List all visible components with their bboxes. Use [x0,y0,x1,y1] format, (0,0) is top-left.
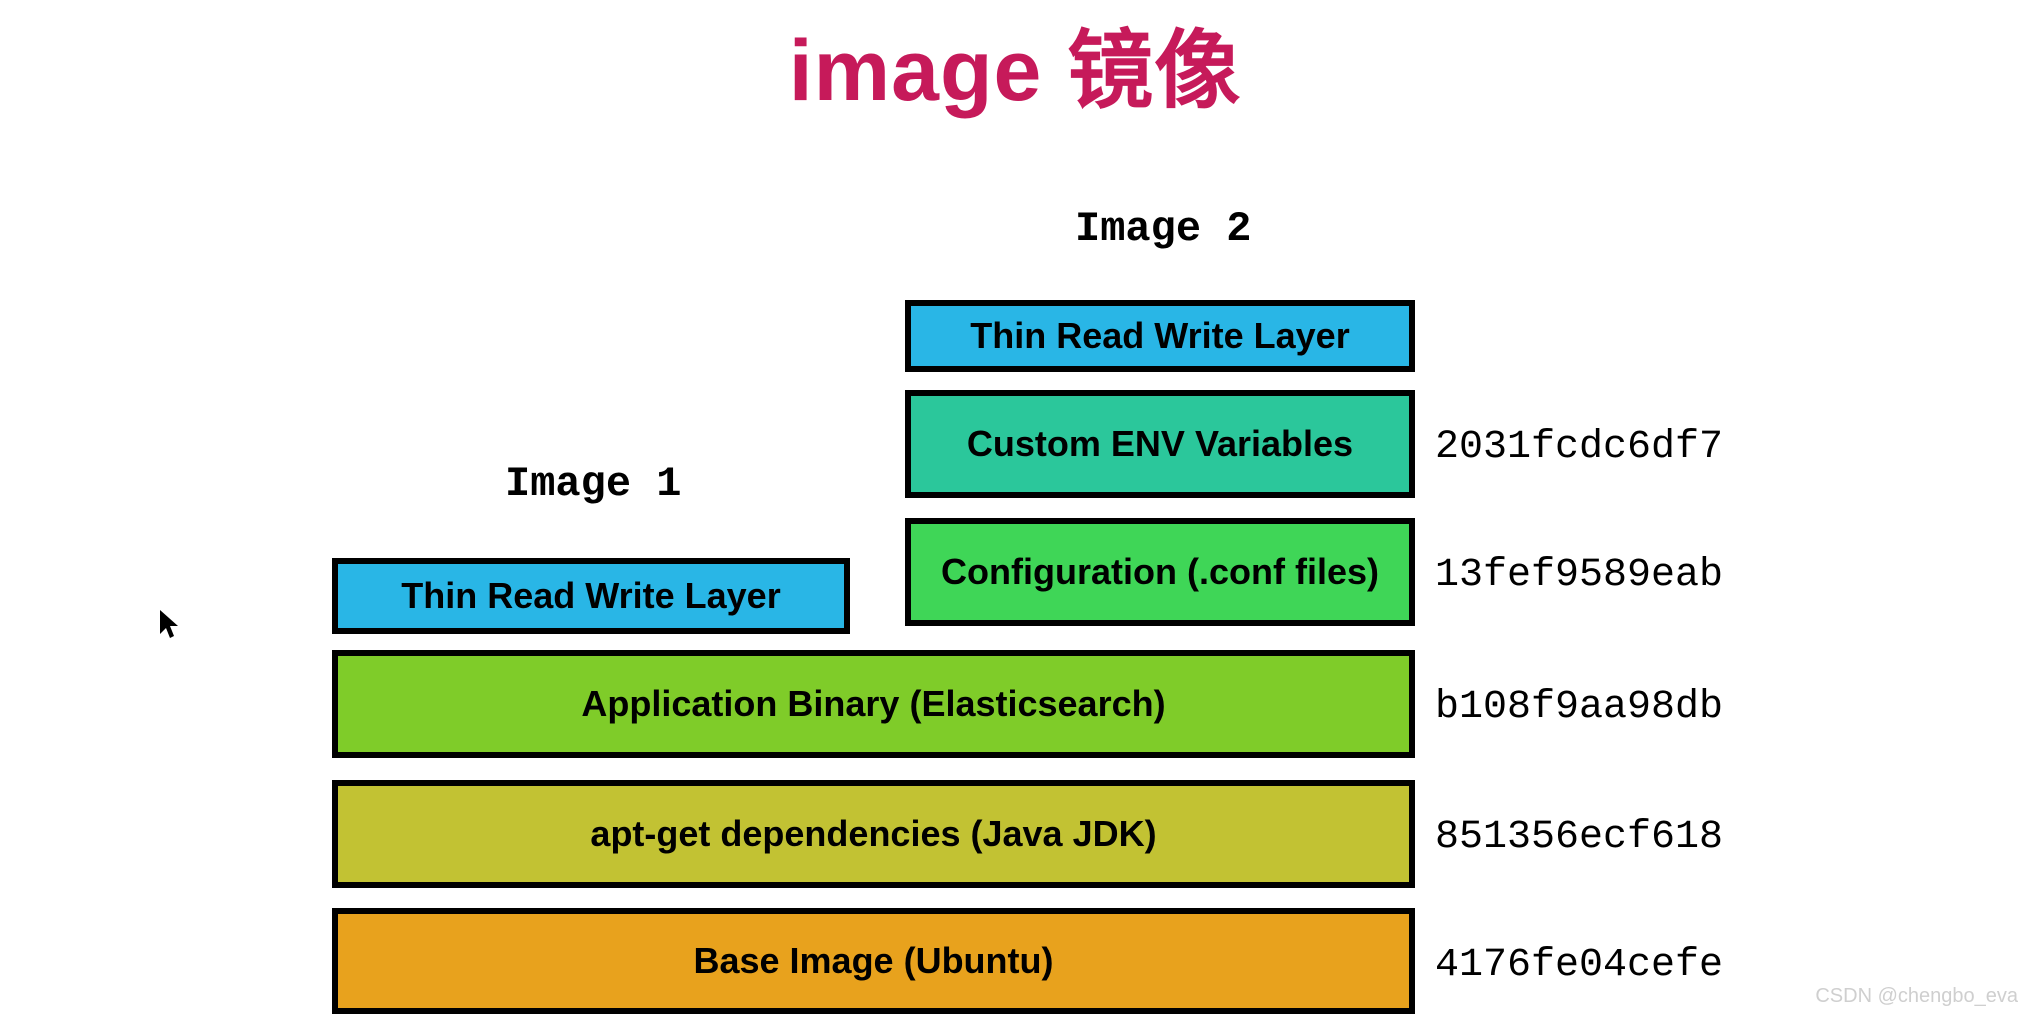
layer-base: Base Image (Ubuntu) [332,908,1415,1014]
image2-label: Image 2 [1075,205,1251,253]
image1-label: Image 1 [505,460,681,508]
layer-conf-text: Configuration (.conf files) [941,551,1379,593]
layer-env: Custom ENV Variables [905,390,1415,498]
hash-env: 2031fcdc6df7 [1435,425,1723,470]
layer-apt: apt-get dependencies (Java JDK) [332,780,1415,888]
hash-conf: 13fef9589eab [1435,553,1723,598]
layer-rw-image2-text: Thin Read Write Layer [970,315,1349,357]
layer-appbin-text: Application Binary (Elasticsearch) [581,683,1165,725]
layer-rw-image1: Thin Read Write Layer [332,558,850,634]
layer-appbin: Application Binary (Elasticsearch) [332,650,1415,758]
page-title: image 镜像 [0,0,2030,125]
layer-rw-image2: Thin Read Write Layer [905,300,1415,372]
hash-appbin: b108f9aa98db [1435,685,1723,730]
layer-conf: Configuration (.conf files) [905,518,1415,626]
layer-env-text: Custom ENV Variables [967,423,1353,465]
layer-apt-text: apt-get dependencies (Java JDK) [590,813,1156,855]
hash-base: 4176fe04cefe [1435,943,1723,988]
watermark: CSDN @chengbo_eva [1815,985,2018,1008]
diagram-canvas: image 镜像 Image 1 Image 2 Thin Read Write… [0,0,2030,1014]
layer-rw-image1-text: Thin Read Write Layer [401,575,780,617]
hash-apt: 851356ecf618 [1435,815,1723,860]
layer-base-text: Base Image (Ubuntu) [693,940,1053,982]
